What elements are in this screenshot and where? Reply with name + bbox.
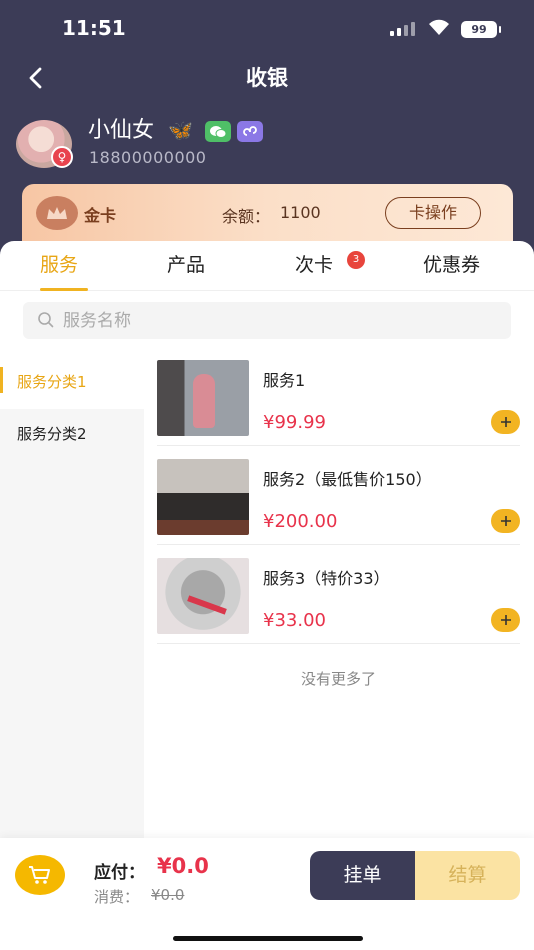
battery-icon: 99 [461, 21, 501, 38]
tab-coupon[interactable]: 优惠券 [423, 253, 480, 277]
product-name: 服务2（最低售价150） [263, 470, 432, 489]
payable-label: 应付： [94, 863, 145, 883]
search-icon [37, 311, 55, 333]
product-name: 服务3（特价33） [263, 569, 390, 588]
wifi-icon [427, 18, 451, 40]
plus-icon [500, 615, 511, 625]
consume-label: 消费： [94, 888, 140, 906]
product-price: ¥99.99 [263, 412, 326, 433]
plus-icon [500, 417, 511, 427]
card-type: 金卡 [84, 206, 117, 225]
category-item-1[interactable]: 服务分类1 [0, 355, 144, 409]
product-image [157, 459, 249, 535]
tab-underline [40, 288, 88, 291]
payable-value: ¥0.0 [157, 854, 209, 878]
tab-service[interactable]: 服务 [40, 253, 78, 277]
signal-icon [390, 22, 418, 36]
search-box [23, 302, 511, 339]
member-name: 小仙女 [88, 118, 155, 143]
product-row[interactable]: 服务1 ¥99.99 [157, 347, 520, 446]
plus-icon [500, 516, 511, 526]
product-image [157, 360, 249, 436]
tab-times-card[interactable]: 次卡 [295, 253, 333, 277]
add-button[interactable] [491, 509, 520, 533]
status-time: 11:51 [62, 16, 126, 40]
product-price: ¥200.00 [263, 511, 338, 532]
status-bar: 11:51 99 [0, 0, 534, 56]
home-indicator [173, 936, 363, 941]
hold-order-button[interactable]: 挂单 [310, 851, 415, 900]
category-sidebar: 服务分类1 服务分类2 [0, 355, 144, 841]
member-card-bar: 金卡 余额： 1100 卡操作 [22, 184, 513, 242]
add-button[interactable] [491, 608, 520, 632]
product-row[interactable]: 服务2（最低售价150） ¥200.00 [157, 446, 520, 545]
page-title: 收银 [246, 66, 288, 90]
search-input[interactable] [63, 302, 493, 339]
cart-icon [29, 866, 50, 884]
list-end-text: 没有更多了 [300, 670, 376, 688]
consume-value: ¥0.0 [151, 886, 185, 904]
balance-value: 1100 [280, 203, 321, 222]
mini-program-icon [237, 121, 263, 142]
product-row[interactable]: 服务3（特价33） ¥33.00 [157, 545, 520, 644]
bee-icon: 🦋 [168, 118, 193, 142]
card-operation-button[interactable]: 卡操作 [385, 197, 481, 229]
tab-bar: 服务 产品 次卡 3 优惠券 [0, 241, 534, 291]
times-card-badge: 3 [347, 251, 365, 269]
crown-icon [36, 196, 78, 230]
settle-button[interactable]: 结算 [415, 851, 520, 900]
add-button[interactable] [491, 410, 520, 434]
product-name: 服务1 [263, 371, 306, 390]
member-phone: 18800000000 [89, 148, 207, 167]
female-icon: ♀ [51, 146, 73, 168]
tab-product[interactable]: 产品 [167, 253, 205, 277]
cart-button[interactable] [15, 855, 65, 895]
wechat-icon [205, 121, 231, 142]
header-area: 11:51 99 收银 ♀ 小仙女 🦋 18800000000 金卡 余额： 1… [0, 0, 534, 262]
category-item-2[interactable]: 服务分类2 [0, 407, 144, 461]
product-price: ¥33.00 [263, 610, 326, 631]
checkout-bar: 应付： ¥0.0 消费： ¥0.0 挂单 结算 [0, 838, 534, 950]
balance-label: 余额： [222, 207, 271, 226]
product-image [157, 558, 249, 634]
